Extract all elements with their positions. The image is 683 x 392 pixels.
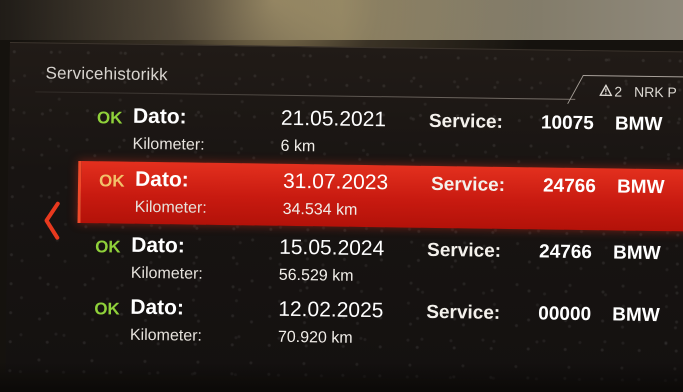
service-record-1[interactable]: OK Dato: Kilometer: 21.05.2021 6 km Serv… <box>78 98 683 169</box>
service-record-4[interactable]: OK Dato: Kilometer: 12.02.2025 70.920 km… <box>76 289 683 360</box>
kilometer-label: Kilometer: <box>129 326 203 345</box>
warning-count: 2 <box>614 83 623 100</box>
kilometer-value: 56.529 km <box>278 266 354 285</box>
kilometer-value: 6 km <box>280 137 316 156</box>
service-label: Service: <box>426 239 502 262</box>
radio-station[interactable]: NRK P <box>634 84 677 101</box>
service-code: 10075 <box>540 112 594 135</box>
photo: Servicehistorikk 2 NRK P OK Dato: Kilome… <box>0 0 683 392</box>
idrive-screen: Servicehistorikk 2 NRK P OK Dato: Kilome… <box>5 42 683 383</box>
bezel-shadow <box>0 362 683 392</box>
ambient-light <box>0 0 683 40</box>
service-record-2-selected[interactable]: OK Dato: Kilometer: 31.07.2023 34.534 km… <box>77 160 683 232</box>
date-value: 21.05.2021 <box>280 106 387 132</box>
service-label: Service: <box>426 301 501 324</box>
status-bar: 2 NRK P <box>599 83 677 100</box>
chevron-left-icon[interactable] <box>41 200 62 240</box>
date-label: Dato: <box>130 295 185 320</box>
warning-triangle-icon[interactable] <box>599 83 613 99</box>
service-code: 24766 <box>538 241 593 264</box>
page-title: Servicehistorikk <box>45 63 168 85</box>
date-label: Dato: <box>131 233 186 258</box>
service-record-3[interactable]: OK Dato: Kilometer: 15.05.2024 56.529 km… <box>77 227 683 298</box>
kilometer-value: 34.534 km <box>282 200 358 219</box>
date-label: Dato: <box>132 104 187 129</box>
status-ok-badge: OK <box>94 299 120 319</box>
service-code: 00000 <box>538 303 592 326</box>
status-ok-badge: OK <box>95 237 121 257</box>
date-value: 12.02.2025 <box>278 297 384 323</box>
service-brand: BMW <box>612 242 661 265</box>
kilometer-label: Kilometer: <box>132 135 205 154</box>
service-code: 24766 <box>542 175 597 198</box>
service-brand: BMW <box>612 304 660 327</box>
service-brand: BMW <box>614 113 663 136</box>
kilometer-value: 70.920 km <box>277 328 353 347</box>
status-ok-badge: OK <box>98 171 125 191</box>
kilometer-label: Kilometer: <box>134 198 207 217</box>
service-brand: BMW <box>616 176 665 199</box>
status-ok-badge: OK <box>96 108 123 128</box>
service-label: Service: <box>428 110 504 133</box>
date-value: 15.05.2024 <box>278 235 385 261</box>
date-label: Dato: <box>134 167 189 192</box>
date-value: 31.07.2023 <box>282 169 389 195</box>
kilometer-label: Kilometer: <box>130 264 203 283</box>
service-label: Service: <box>430 173 506 196</box>
